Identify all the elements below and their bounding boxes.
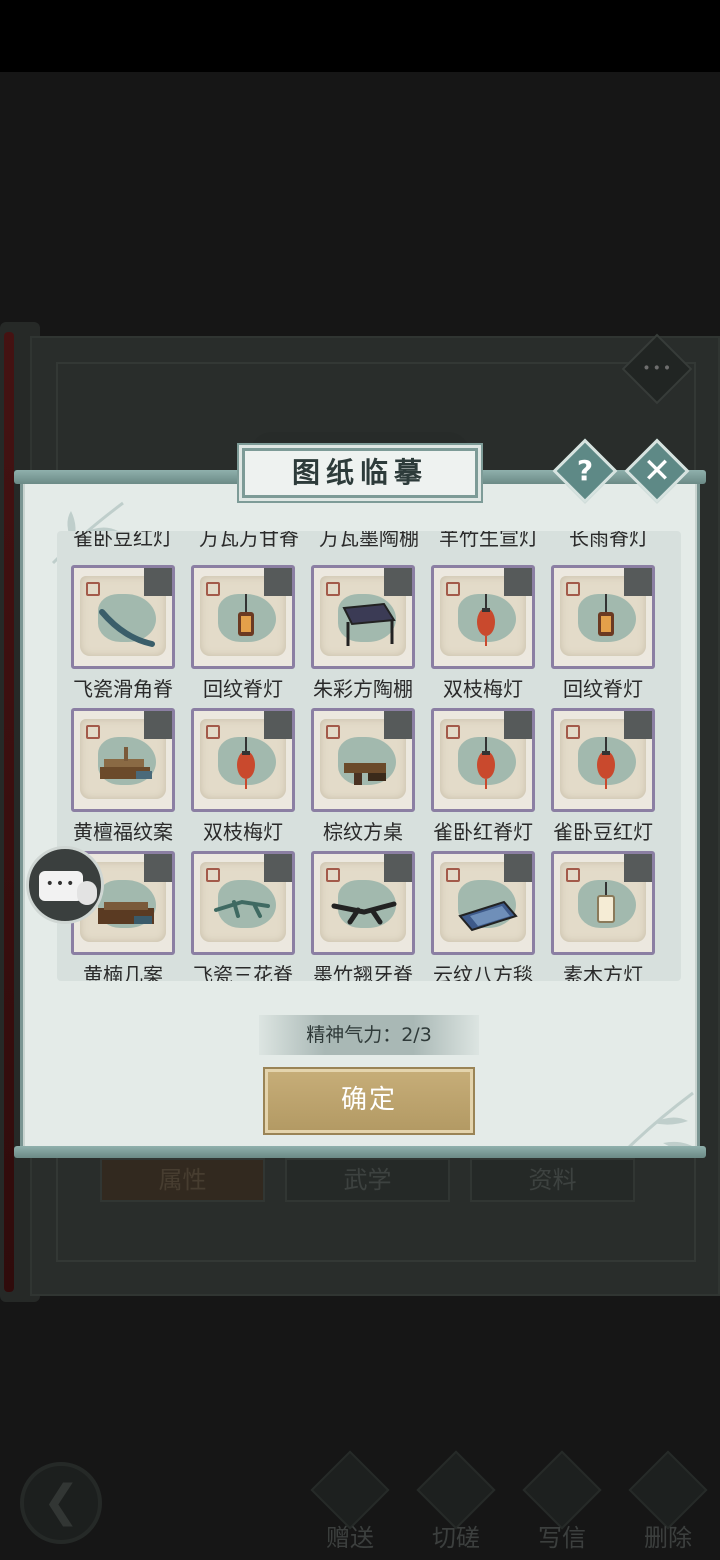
- blueprint-item[interactable]: 回纹脊灯: [543, 565, 663, 705]
- select-checkbox[interactable]: [384, 711, 412, 739]
- blueprint-card[interactable]: [551, 708, 655, 812]
- blueprint-item[interactable]: 雀卧红脊灯: [423, 708, 543, 848]
- select-checkbox[interactable]: [264, 568, 292, 596]
- item-label: 羊竹生宣灯: [439, 531, 539, 550]
- item-label: 朱彩方陶棚: [313, 677, 413, 701]
- item-label: 万瓦万甘脊: [199, 531, 299, 550]
- blueprint-card[interactable]: [311, 565, 415, 669]
- select-checkbox[interactable]: [384, 568, 412, 596]
- item-label: 万瓦墨陶棚: [319, 531, 419, 550]
- dialog-bottom-rail: [14, 1146, 706, 1158]
- select-checkbox[interactable]: [624, 568, 652, 596]
- stamina-indicator: 精神气力：2/3: [259, 1015, 479, 1055]
- select-checkbox[interactable]: [624, 854, 652, 882]
- blueprint-item[interactable]: 飞瓷三花脊: [183, 851, 303, 981]
- item-label: 墨竹翘牙脊: [313, 963, 413, 981]
- item-label: 双枝梅灯: [443, 677, 523, 701]
- select-checkbox[interactable]: [144, 854, 172, 882]
- blueprint-item[interactable]: 双枝梅灯: [423, 565, 543, 705]
- select-checkbox[interactable]: [504, 854, 532, 882]
- blueprint-card[interactable]: [311, 851, 415, 955]
- close-icon: ✕: [642, 451, 672, 491]
- select-checkbox[interactable]: [144, 711, 172, 739]
- item-label: 长雨脊灯: [569, 531, 649, 550]
- item-label: 雀卧红脊灯: [433, 820, 533, 844]
- blueprint-card[interactable]: [191, 851, 295, 955]
- chat-button[interactable]: •••: [26, 846, 104, 924]
- blueprint-card[interactable]: [311, 708, 415, 812]
- blueprint-card[interactable]: [191, 565, 295, 669]
- item-label: 回纹脊灯: [563, 677, 643, 701]
- select-checkbox[interactable]: [504, 568, 532, 596]
- item-label: 云纹八方毯: [433, 963, 533, 981]
- game-screen: ••• 属性 武学 资料 ❮ 赠送 切磋 写信 删除 雀卧豆红灯 万瓦万甘脊 万…: [0, 0, 720, 1560]
- blueprint-item[interactable]: 雀卧豆红灯: [543, 708, 663, 848]
- blueprint-grid[interactable]: 雀卧豆红灯 万瓦万甘脊 万瓦墨陶棚 羊竹生宣灯 长雨脊灯 飞瓷滑角脊 回纹脊灯 朱彩…: [57, 531, 681, 981]
- select-checkbox[interactable]: [384, 854, 412, 882]
- item-label: 素木方灯: [563, 963, 643, 981]
- item-label: 飞瓷三花脊: [193, 963, 293, 981]
- item-label: 双枝梅灯: [203, 820, 283, 844]
- item-label: 雀卧豆红灯: [553, 820, 653, 844]
- item-label: 棕纹方桌: [323, 820, 403, 844]
- blueprint-item[interactable]: 双枝梅灯: [183, 708, 303, 848]
- blueprint-copy-dialog: 雀卧豆红灯 万瓦万甘脊 万瓦墨陶棚 羊竹生宣灯 长雨脊灯 飞瓷滑角脊 回纹脊灯 朱彩…: [14, 438, 706, 1160]
- blueprint-item[interactable]: 云纹八方毯: [423, 851, 543, 981]
- select-checkbox[interactable]: [144, 568, 172, 596]
- select-checkbox[interactable]: [264, 854, 292, 882]
- blueprint-item[interactable]: 墨竹翘牙脊: [303, 851, 423, 981]
- dialog-title-text: 图纸临摹: [291, 456, 428, 489]
- select-checkbox[interactable]: [624, 711, 652, 739]
- blueprint-card[interactable]: [551, 851, 655, 955]
- confirm-button[interactable]: 确定: [265, 1069, 473, 1133]
- blueprint-card[interactable]: [431, 851, 535, 955]
- blueprint-item[interactable]: 黄檀福纹案: [63, 708, 183, 848]
- select-checkbox[interactable]: [264, 711, 292, 739]
- dialog-title: 图纸临摹: [242, 448, 478, 498]
- blueprint-card[interactable]: [71, 708, 175, 812]
- blueprint-card[interactable]: [551, 565, 655, 669]
- blueprint-item[interactable]: 飞瓷滑角脊: [63, 565, 183, 705]
- item-label: 回纹脊灯: [203, 677, 283, 701]
- item-label: 黄檀福纹案: [73, 820, 173, 844]
- blueprint-item[interactable]: 朱彩方陶棚: [303, 565, 423, 705]
- blueprint-card[interactable]: [431, 565, 535, 669]
- dialog-frame: 雀卧豆红灯 万瓦万甘脊 万瓦墨陶棚 羊竹生宣灯 长雨脊灯 飞瓷滑角脊 回纹脊灯 朱彩…: [20, 478, 700, 1155]
- blueprint-item[interactable]: 素木方灯: [543, 851, 663, 981]
- blueprint-card[interactable]: [71, 565, 175, 669]
- question-icon: ?: [576, 454, 594, 487]
- blueprint-item[interactable]: 回纹脊灯: [183, 565, 303, 705]
- item-label: 黄楠几案: [83, 963, 163, 981]
- select-checkbox[interactable]: [504, 711, 532, 739]
- blueprint-card[interactable]: [191, 708, 295, 812]
- item-label: 雀卧豆红灯: [73, 531, 173, 550]
- status-bar: [0, 0, 720, 72]
- chat-secondary-icon: [77, 881, 97, 905]
- partial-row: 雀卧豆红灯 万瓦万甘脊 万瓦墨陶棚 羊竹生宣灯 长雨脊灯: [57, 531, 681, 553]
- blueprint-item[interactable]: 棕纹方桌: [303, 708, 423, 848]
- blueprint-card[interactable]: [431, 708, 535, 812]
- item-label: 飞瓷滑角脊: [73, 677, 173, 701]
